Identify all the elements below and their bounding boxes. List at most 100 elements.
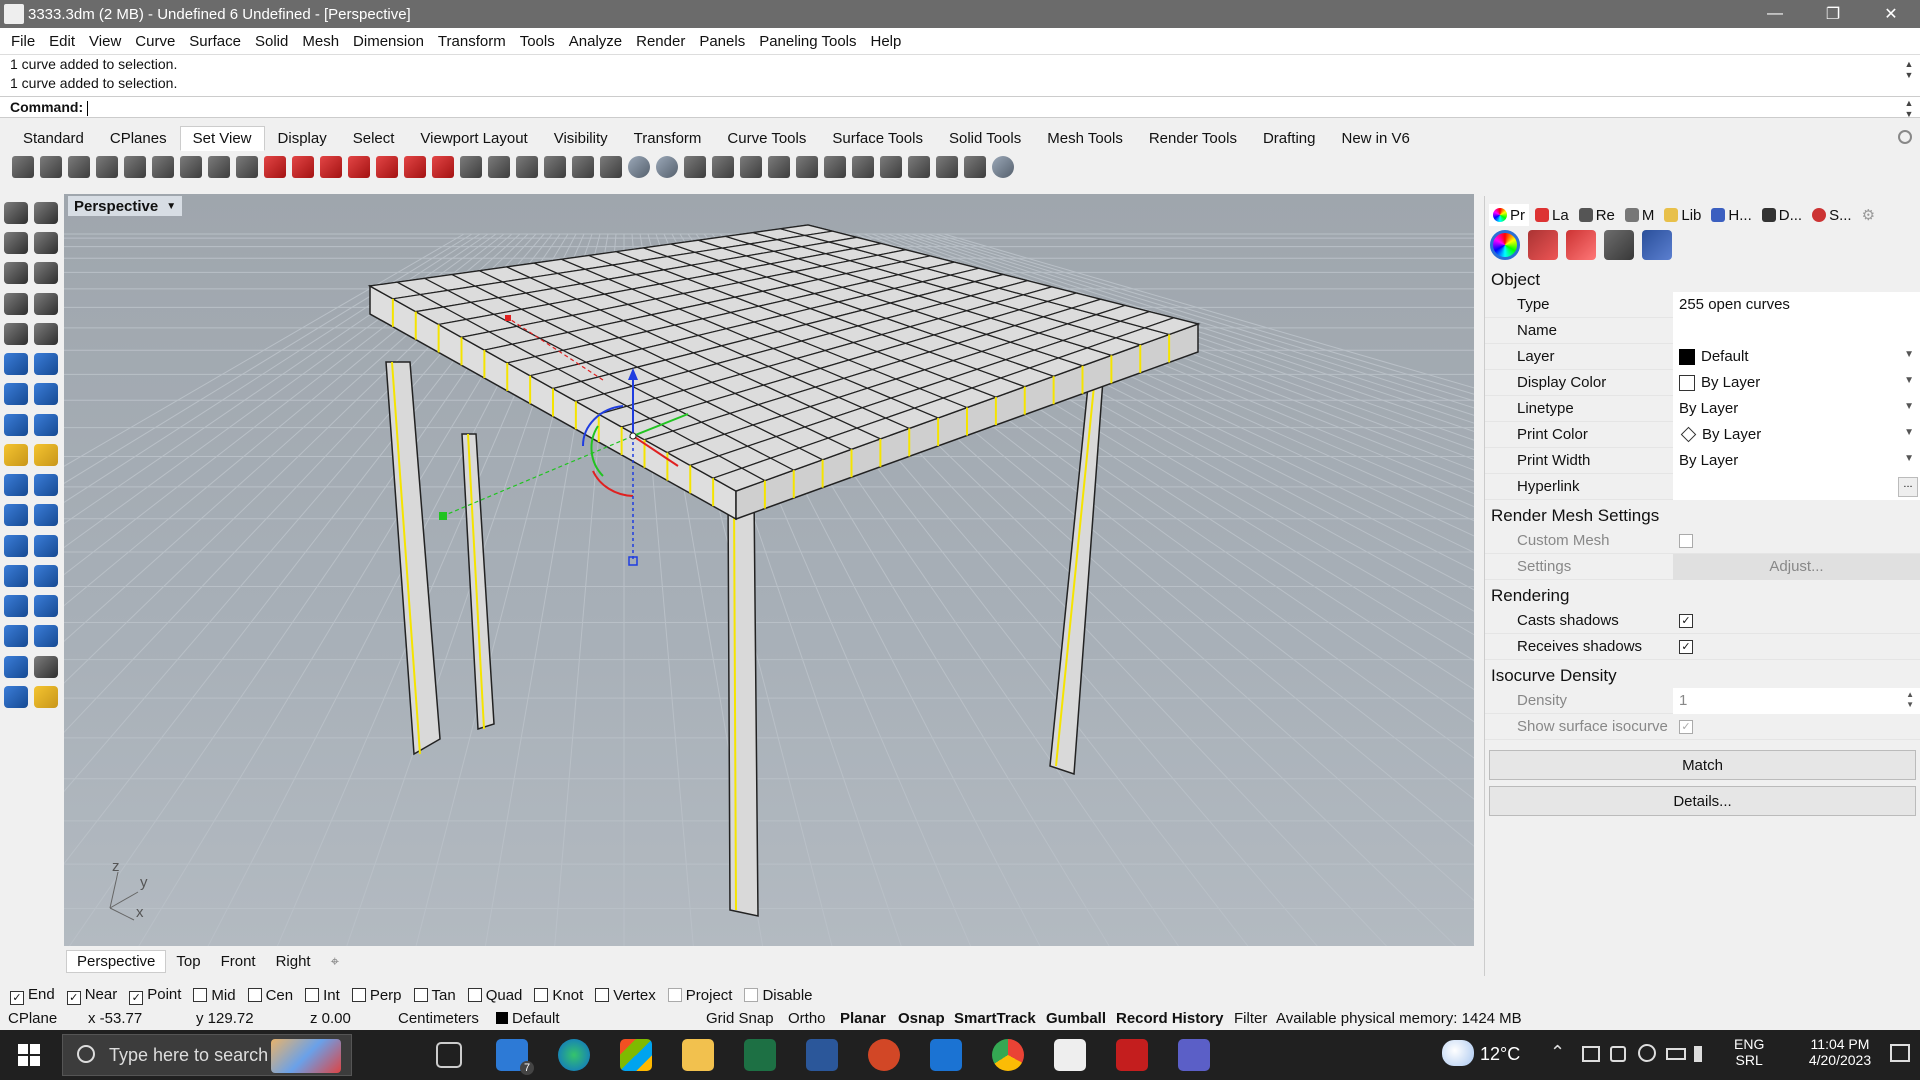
align-tool-1-icon[interactable] bbox=[768, 156, 790, 178]
minimize-button[interactable]: — bbox=[1746, 0, 1804, 28]
tray-app-icon[interactable] bbox=[1582, 1046, 1600, 1062]
status-layer[interactable]: Default bbox=[496, 1010, 560, 1027]
printer-icon[interactable] bbox=[516, 156, 538, 178]
osnap-checkbox[interactable] bbox=[247, 987, 262, 1002]
tab-render-tools[interactable]: Render Tools bbox=[1136, 126, 1250, 151]
plumb-icon[interactable] bbox=[684, 156, 706, 178]
loft-icon[interactable] bbox=[34, 353, 58, 376]
tab-drafting[interactable]: Drafting bbox=[1250, 126, 1329, 151]
move-view-icon[interactable] bbox=[40, 156, 62, 178]
tab-surface-tools[interactable]: Surface Tools bbox=[819, 126, 936, 151]
align-tool-3-icon[interactable] bbox=[824, 156, 846, 178]
car-view-2-icon[interactable] bbox=[348, 156, 370, 178]
polygon-icon[interactable] bbox=[4, 292, 28, 315]
car-view-1-icon[interactable] bbox=[320, 156, 342, 178]
array-icon[interactable] bbox=[4, 655, 28, 678]
named-views-icon[interactable] bbox=[460, 156, 482, 178]
decal-page-icon[interactable] bbox=[1566, 230, 1596, 260]
match-button[interactable]: Match bbox=[1489, 750, 1916, 780]
material-icon[interactable] bbox=[34, 685, 58, 708]
weather-temp[interactable]: 12°C bbox=[1480, 1044, 1520, 1065]
status-planar[interactable]: Planar bbox=[840, 1010, 886, 1027]
view-tab-top[interactable]: Top bbox=[166, 951, 210, 972]
status-gumball[interactable]: Gumball bbox=[1046, 1010, 1106, 1027]
split-icon[interactable] bbox=[34, 474, 58, 497]
analyze-icon[interactable] bbox=[34, 625, 58, 648]
surface-tools-icon[interactable] bbox=[4, 443, 28, 466]
zoom-1to1-icon[interactable] bbox=[236, 156, 258, 178]
curve-control-points-icon[interactable] bbox=[34, 232, 58, 255]
calendar-icon[interactable] bbox=[930, 1039, 962, 1071]
notifications-icon[interactable] bbox=[1890, 1044, 1910, 1062]
panel-tab-display[interactable]: D... bbox=[1758, 204, 1806, 226]
osnap-checkbox[interactable] bbox=[305, 987, 320, 1002]
extrude-icon[interactable] bbox=[4, 353, 28, 376]
freeform-curve-icon[interactable] bbox=[34, 322, 58, 345]
viewport-title[interactable]: Perspective ▼ bbox=[68, 196, 183, 216]
viewport-name[interactable]: Perspective bbox=[74, 198, 158, 215]
ball-view-icon[interactable] bbox=[600, 156, 622, 178]
tray-chevron-up-icon[interactable]: ⌃ bbox=[1550, 1042, 1565, 1063]
box-icon[interactable] bbox=[4, 383, 28, 406]
panel-settings-gear-icon[interactable]: ⚙ bbox=[1858, 204, 1879, 226]
powerpoint-icon[interactable] bbox=[868, 1039, 900, 1071]
osnap-end[interactable]: ✓ End bbox=[10, 986, 55, 1005]
tab-solid-tools[interactable]: Solid Tools bbox=[936, 126, 1034, 151]
status-cplane[interactable]: CPlane bbox=[8, 1010, 57, 1027]
arc-icon[interactable] bbox=[34, 262, 58, 285]
receives-shadows-checkbox[interactable]: ✓ bbox=[1679, 639, 1693, 654]
tab-set-view[interactable]: Set View bbox=[179, 125, 265, 151]
tab-transform[interactable]: Transform bbox=[621, 126, 715, 151]
autocad-icon[interactable] bbox=[1116, 1039, 1148, 1071]
custom-mesh-checkbox[interactable] bbox=[1679, 533, 1693, 548]
linetype-dropdown[interactable]: By Layer ▼ bbox=[1673, 395, 1920, 422]
task-view-icon[interactable] bbox=[436, 1042, 462, 1068]
viewport-canvas[interactable] bbox=[64, 194, 1474, 946]
details-button[interactable]: Details... bbox=[1489, 786, 1916, 816]
tray-meet-icon[interactable] bbox=[1610, 1046, 1626, 1062]
panel-tab-sun[interactable]: S... bbox=[1808, 204, 1856, 226]
align-tool-4-icon[interactable] bbox=[852, 156, 874, 178]
menu-file[interactable]: File bbox=[4, 33, 42, 50]
circle-icon[interactable] bbox=[4, 262, 28, 285]
maximize-button[interactable]: ❐ bbox=[1804, 0, 1862, 28]
explode-icon[interactable] bbox=[34, 504, 58, 527]
rectangle-icon[interactable] bbox=[34, 292, 58, 315]
sphere-icon[interactable] bbox=[34, 383, 58, 406]
adjust-button[interactable]: Adjust... bbox=[1673, 553, 1920, 580]
zoom-dynamic-icon[interactable] bbox=[68, 156, 90, 178]
cylinder-icon[interactable] bbox=[4, 413, 28, 436]
hyperlink-field[interactable]: ... bbox=[1673, 473, 1920, 500]
density-spinner[interactable]: 1 ▲ ▼ bbox=[1673, 687, 1920, 714]
view-tab-right[interactable]: Right bbox=[266, 951, 321, 972]
render-preview-icon[interactable] bbox=[572, 156, 594, 178]
osnap-int[interactable]: Int bbox=[305, 987, 340, 1004]
store-icon[interactable] bbox=[620, 1039, 652, 1071]
menu-edit[interactable]: Edit bbox=[42, 33, 82, 50]
casts-shadows-checkbox[interactable]: ✓ bbox=[1679, 613, 1693, 628]
panel-tab-materials[interactable]: M bbox=[1621, 204, 1659, 226]
menu-tools[interactable]: Tools bbox=[513, 33, 562, 50]
osnap-checkbox[interactable] bbox=[744, 987, 759, 1002]
panel-tab-layers[interactable]: La bbox=[1531, 204, 1573, 226]
car-view-3-icon[interactable] bbox=[376, 156, 398, 178]
viewport-menu-chevron-icon[interactable]: ▼ bbox=[166, 201, 176, 212]
status-record-history[interactable]: Record History bbox=[1116, 1010, 1224, 1027]
layer-dropdown[interactable]: Default ▼ bbox=[1673, 343, 1920, 370]
osnap-checkbox[interactable] bbox=[351, 987, 366, 1002]
network-globe-icon[interactable] bbox=[1638, 1044, 1656, 1062]
osnap-disable[interactable]: Disable bbox=[744, 987, 813, 1004]
ellipse-icon[interactable] bbox=[4, 322, 28, 345]
walk-icon[interactable] bbox=[936, 156, 958, 178]
print-width-dropdown[interactable]: By Layer ▼ bbox=[1673, 447, 1920, 474]
tab-visibility[interactable]: Visibility bbox=[541, 126, 621, 151]
perspective-viewport[interactable] bbox=[64, 194, 1474, 946]
osnap-perp[interactable]: Perp bbox=[351, 987, 402, 1004]
osnap-checkbox[interactable] bbox=[534, 987, 549, 1002]
panel-tab-render[interactable]: Re bbox=[1575, 204, 1619, 226]
print-color-dropdown[interactable]: By Layer ▼ bbox=[1673, 421, 1920, 448]
panel-tab-help[interactable]: H... bbox=[1707, 204, 1755, 226]
start-windows-icon[interactable] bbox=[18, 1044, 40, 1066]
osnap-cen[interactable]: Cen bbox=[247, 987, 293, 1004]
panel-tab-properties[interactable]: Pr bbox=[1489, 204, 1529, 226]
